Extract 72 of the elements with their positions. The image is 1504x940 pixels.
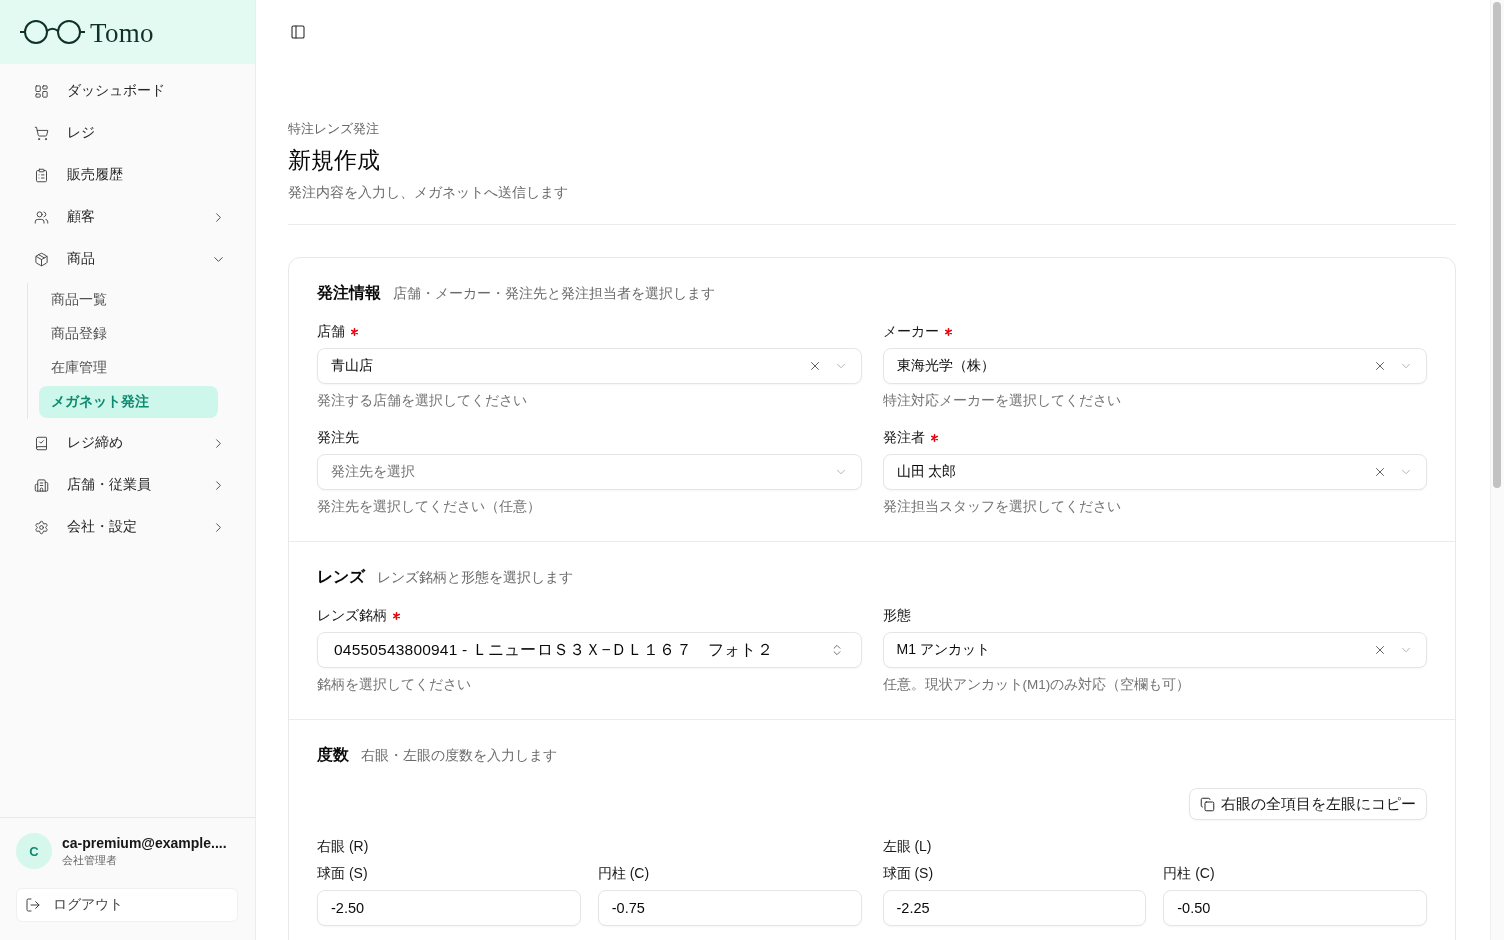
submenu-item[interactable]: 商品登録 xyxy=(39,318,218,350)
field-label: 球面 (S) xyxy=(317,865,368,883)
submenu-item[interactable]: メガネット発注 xyxy=(39,386,218,418)
select-field[interactable]: 発注先を選択 xyxy=(317,454,862,490)
sidebar-item[interactable]: 販売履歴 xyxy=(16,157,239,193)
input-field[interactable]: -0.50 xyxy=(1163,890,1427,926)
sidebar-item[interactable]: レジ xyxy=(16,115,239,151)
clear-icon[interactable] xyxy=(1373,465,1387,479)
scrollbar-thumb[interactable] xyxy=(1493,2,1501,488)
field-hint: 発注する店舗を選択してください xyxy=(317,392,528,410)
field-label: 円柱 (C) xyxy=(1163,865,1215,883)
copy-icon xyxy=(1200,796,1215,812)
section-title: 発注情報 xyxy=(317,283,381,303)
people-icon xyxy=(34,209,49,225)
dashboard-icon xyxy=(34,83,49,99)
building-icon xyxy=(34,477,49,493)
field-label: 店舗 xyxy=(317,323,345,341)
section-title: 度数 xyxy=(317,745,349,765)
user-name: ca-premium@example.... xyxy=(62,834,227,851)
field-label: メーカー xyxy=(882,323,939,341)
sidebar-item[interactable]: レジ締め xyxy=(16,425,239,461)
submenu-item[interactable]: 商品一覧 xyxy=(39,284,218,316)
section-title: レンズ xyxy=(317,567,365,587)
user-avatar: C xyxy=(16,833,52,869)
settings-icon xyxy=(34,519,49,535)
field-hint: 発注担当スタッフを選択してください xyxy=(882,498,1122,516)
field-label: 発注者 xyxy=(882,429,925,447)
field-hint: 任意。現状アンカット(M1)のみ対応（空欄も可） xyxy=(882,676,1192,694)
select-field[interactable]: M1 アンカット xyxy=(882,632,1427,668)
sidebar-item[interactable]: 顧客 xyxy=(16,199,239,235)
eye-label: 左眼 (L) xyxy=(882,837,933,856)
select-field[interactable]: 東海光学（株） xyxy=(882,348,1427,384)
scrollbar[interactable] xyxy=(1490,0,1504,940)
user-role: 会社管理者 xyxy=(62,852,118,868)
select-field[interactable]: 青山店 xyxy=(317,348,862,384)
copy-button[interactable]: 右眼の全項目を左眼にコピー xyxy=(1189,788,1427,820)
clipboard-icon xyxy=(34,167,49,183)
clear-icon[interactable] xyxy=(1373,359,1387,373)
clear-icon[interactable] xyxy=(1373,643,1387,657)
logout-icon xyxy=(25,897,41,913)
eye-label: 右眼 (R) xyxy=(317,837,370,856)
book-check-icon xyxy=(34,435,49,451)
cart-icon xyxy=(34,125,49,141)
submenu-item[interactable]: 在庫管理 xyxy=(39,352,218,384)
logo-text: Tomo xyxy=(90,19,154,47)
field-hint: 銘柄を選択してください xyxy=(317,676,472,694)
sidebar-item[interactable]: 商品 xyxy=(16,241,239,277)
field-label: 形態 xyxy=(882,607,911,625)
input-field[interactable]: -2.25 xyxy=(882,890,1147,926)
section-description: レンズ銘柄と形態を選択します xyxy=(377,569,573,587)
field-hint: 発注先を選択してください（任意） xyxy=(317,498,542,516)
section-description: 右眼・左眼の度数を入力します xyxy=(361,747,557,765)
section-description: 店舗・メーカー・発注先と発注担当者を選択します xyxy=(393,285,715,303)
field-hint: 特注対応メーカーを選択してください xyxy=(882,392,1122,410)
combobox-field[interactable]: 04550543800941 - ＬニューロＳ３Ｘ−ＤＬ１６７ フォト２ xyxy=(317,632,862,668)
sidebar-item[interactable]: 店舗・従業員 xyxy=(16,467,239,503)
input-field[interactable]: -0.75 xyxy=(597,890,862,926)
sidebar-item[interactable]: ダッシュボード xyxy=(16,73,239,109)
input-field[interactable]: -2.50 xyxy=(317,890,581,926)
glasses-icon xyxy=(20,20,85,44)
package-icon xyxy=(34,251,49,267)
sidebar-icon xyxy=(290,24,306,40)
field-label: 球面 (S) xyxy=(882,865,934,883)
page-description: 発注内容を入力し、メガネットへ送信します xyxy=(288,184,569,202)
field-label: 円柱 (C) xyxy=(597,865,650,883)
field-label: 発注先 xyxy=(317,429,359,447)
field-label: レンズ銘柄 xyxy=(317,607,387,625)
sidebar-item[interactable]: 会社・設定 xyxy=(16,509,239,545)
select-field[interactable]: 山田 太郎 xyxy=(882,454,1427,490)
breadcrumb: 特注レンズ発注 xyxy=(288,120,380,138)
page-title: 新規作成 xyxy=(288,146,381,174)
logout-button[interactable]: ログアウト xyxy=(16,888,238,922)
